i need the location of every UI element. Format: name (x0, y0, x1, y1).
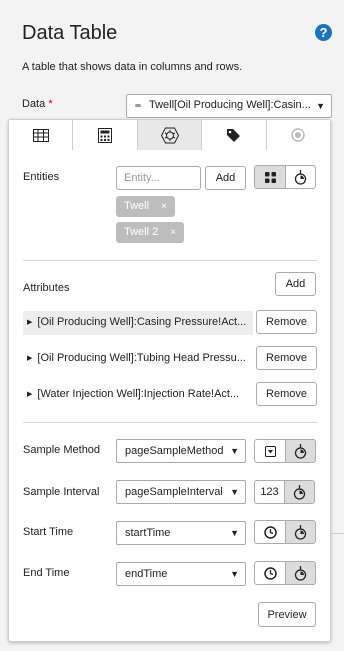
sample-interval-value: pageSampleInterval (125, 486, 223, 498)
help-icon[interactable]: ? (315, 24, 332, 41)
sample-method-mode-toggle[interactable] (254, 439, 316, 463)
attribute-item[interactable]: ▶ [Water Injection Well]:Injection Rate!A… (23, 383, 253, 407)
variable-toggle[interactable] (285, 562, 315, 584)
grid-view-toggle[interactable] (255, 166, 285, 188)
entity-chip-label: Twell 2 (124, 226, 159, 238)
clock-icon (263, 566, 277, 580)
start-time-label: Start Time (23, 526, 74, 538)
properties-panel: Data Table ? A table that shows data in … (0, 0, 344, 651)
entity-search-input[interactable]: Entity... (116, 166, 201, 190)
sample-interval-label: Sample Interval (23, 486, 100, 498)
record-icon (291, 128, 306, 142)
add-attribute-button[interactable]: Add (275, 272, 316, 296)
attribute-item[interactable]: ▶ [Oil Producing Well]:Tubing Head Pressu… (23, 347, 253, 371)
number-mode-toggle[interactable]: 123 (255, 481, 284, 503)
attribute-label: [Oil Producing Well]:Casing Pressure!Act… (37, 316, 247, 328)
attribute-label: [Water Injection Well]:Injection Rate!Ac… (37, 388, 240, 400)
variable-toggle[interactable] (285, 521, 315, 543)
tag-icon (227, 128, 241, 142)
expand-arrow-icon[interactable]: ▶ (27, 391, 32, 398)
remove-attribute-button[interactable]: Remove (256, 310, 317, 334)
entity-mode-toggle[interactable] (254, 165, 316, 189)
divider (23, 260, 317, 261)
sample-interval-mode-toggle[interactable]: 123 (254, 480, 315, 504)
divider (23, 422, 317, 423)
dropdown-icon (264, 445, 276, 457)
preview-button[interactable]: Preview (258, 602, 316, 627)
data-source-select[interactable]: Twell[Oil Producing Well]:Casin... ▼ (126, 94, 332, 118)
attribute-item[interactable]: ▶ [Oil Producing Well]:Casing Pressure!Ac… (23, 311, 253, 335)
entity-chip[interactable]: Twell 2 × (116, 222, 185, 243)
start-time-value: startTime (125, 527, 171, 539)
calculator-icon (98, 127, 113, 143)
expand-arrow-icon[interactable]: ▶ (27, 355, 32, 362)
variable-toggle[interactable] (285, 440, 315, 462)
close-icon[interactable]: × (161, 201, 167, 212)
chevron-down-icon: ▼ (230, 446, 239, 456)
sample-interval-select[interactable]: pageSampleInterval ▼ (116, 480, 246, 504)
timer-icon (294, 565, 307, 581)
end-time-value: endTime (125, 568, 168, 580)
entity-chip[interactable]: Twell × (116, 196, 175, 217)
end-time-select[interactable]: endTime ▼ (116, 562, 246, 586)
grid-icon (264, 171, 276, 183)
panel-description: A table that shows data in columns and r… (22, 61, 243, 73)
sample-method-select[interactable]: pageSampleMethod ▼ (116, 439, 246, 463)
remove-attribute-button[interactable]: Remove (256, 382, 317, 406)
tab-tags[interactable] (202, 120, 267, 150)
expand-arrow-icon[interactable]: ▶ (27, 319, 32, 326)
tab-disabled (266, 120, 331, 150)
chevron-down-icon: ▼ (230, 528, 239, 538)
chevron-down-icon: ▼ (316, 101, 325, 111)
remove-attribute-button[interactable]: Remove (256, 346, 317, 370)
entity-chip-label: Twell (124, 200, 150, 212)
add-entity-button[interactable]: Add (205, 166, 246, 190)
timer-icon (294, 443, 307, 459)
tab-data[interactable] (137, 120, 203, 150)
data-settings-icon (160, 127, 179, 143)
table-icon (32, 128, 49, 142)
panel-title: Data Table (22, 22, 118, 44)
tab-calculation[interactable] (73, 120, 138, 150)
timer-icon (293, 484, 306, 500)
variable-toggle[interactable] (285, 166, 315, 188)
divider (331, 533, 344, 534)
required-marker: * (48, 98, 53, 110)
clock-icon (263, 525, 277, 539)
end-time-mode-toggle[interactable] (254, 561, 316, 585)
end-time-label: End Time (23, 567, 70, 579)
data-label: Data * (22, 98, 53, 110)
data-source-value: Twell[Oil Producing Well]:Casin... (149, 99, 311, 111)
clock-mode-toggle[interactable] (255, 562, 285, 584)
attribute-label: [Oil Producing Well]:Tubing Head Pressu.… (37, 352, 246, 364)
chevron-down-icon: ▼ (230, 569, 239, 579)
data-source-icon (135, 103, 141, 107)
entities-label: Entities (23, 171, 60, 183)
sample-method-label: Sample Method (23, 444, 101, 456)
config-card: Entities Entity... Add Twell × Twell 2 × A… (8, 119, 331, 642)
start-time-select[interactable]: startTime ▼ (116, 521, 246, 545)
timer-icon (294, 524, 307, 540)
close-icon[interactable]: × (170, 227, 176, 238)
tab-bar (9, 120, 331, 150)
dropdown-mode-toggle[interactable] (255, 440, 285, 462)
clock-mode-toggle[interactable] (255, 521, 285, 543)
tab-table[interactable] (9, 120, 74, 150)
variable-toggle[interactable] (284, 481, 314, 503)
attributes-label: Attributes (23, 282, 70, 294)
timer-icon (294, 169, 307, 185)
start-time-mode-toggle[interactable] (254, 520, 316, 544)
sample-method-value: pageSampleMethod (125, 445, 224, 457)
chevron-down-icon: ▼ (230, 487, 239, 497)
